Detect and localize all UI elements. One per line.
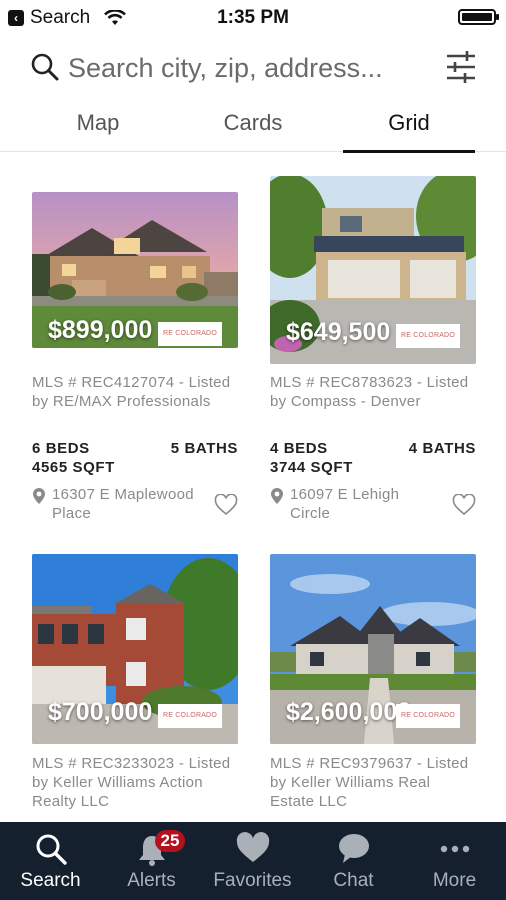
- search-bar: [0, 42, 506, 94]
- tab-grid-label: Grid: [388, 110, 430, 135]
- listing-card[interactable]: $2,600,000 RE COLORADO MLS # REC9379637 …: [270, 554, 476, 822]
- nav-alerts[interactable]: 25 Alerts: [101, 822, 202, 900]
- mls-provider-logo: RE COLORADO: [396, 324, 460, 348]
- listing-card[interactable]: $899,000 RE COLORADO MLS # REC4127074 - …: [32, 192, 238, 532]
- nav-chat-label: Chat: [333, 870, 374, 891]
- listing-card[interactable]: $700,000 RE COLORADO MLS # REC3233023 - …: [32, 554, 238, 822]
- heart-icon: [236, 832, 269, 862]
- location-pin-icon: [33, 488, 45, 504]
- filter-sliders-icon[interactable]: [446, 50, 476, 84]
- view-tabs: Map Cards Grid: [0, 100, 506, 153]
- search-icon: [36, 834, 67, 865]
- listing-mls-info: MLS # REC3233023 - Listed by Keller Will…: [32, 755, 231, 810]
- listings-grid: $899,000 RE COLORADO MLS # REC4127074 - …: [0, 152, 506, 822]
- listing-price: $649,500: [286, 318, 391, 346]
- nav-favorites-label: Favorites: [213, 870, 292, 891]
- listing-beds: 4 BEDS: [270, 440, 328, 457]
- listing-price: $899,000: [48, 316, 153, 344]
- listing-sqft: 4565 SQFT: [32, 459, 115, 476]
- nav-alerts-label: Alerts: [127, 870, 176, 891]
- more-dots-icon: [440, 845, 469, 853]
- battery-icon: [458, 9, 499, 25]
- listing-mls-info: MLS # REC9379637 - Listed by Keller Will…: [270, 755, 469, 810]
- clock: 1:35 PM: [217, 7, 289, 28]
- nav-search-label: Search: [20, 870, 81, 891]
- listing-baths: 4 BATHS: [408, 440, 476, 457]
- listing-photo[interactable]: $649,500 RE COLORADO: [270, 176, 476, 364]
- tab-map-label: Map: [76, 110, 120, 135]
- status-bar: ‹ Search 1:35 PM: [0, 0, 506, 34]
- listing-baths: 5 BATHS: [170, 440, 238, 457]
- bottom-tab-bar: Search 25 Alerts Favorites Chat More: [0, 822, 506, 900]
- listing-photo[interactable]: $899,000 RE COLORADO: [32, 192, 238, 348]
- tab-grid[interactable]: Grid: [343, 110, 475, 153]
- listing-address: 16097 E Lehigh Circle: [290, 486, 400, 522]
- mls-provider-logo: RE COLORADO: [396, 704, 460, 728]
- tab-cards[interactable]: Cards: [193, 110, 313, 152]
- alerts-count-badge: 25: [155, 830, 185, 852]
- chat-bubble-icon: [338, 834, 369, 863]
- nav-favorites[interactable]: Favorites: [202, 822, 303, 900]
- listing-beds: 6 BEDS: [32, 440, 90, 457]
- tab-map[interactable]: Map: [38, 110, 158, 152]
- listing-card[interactable]: $649,500 RE COLORADO MLS # REC8783623 - …: [270, 176, 476, 532]
- favorite-heart-icon[interactable]: [214, 494, 238, 516]
- search-icon: [31, 53, 59, 81]
- listing-mls-info: MLS # REC8783623 - Listed by Compass - D…: [270, 374, 469, 410]
- favorite-heart-icon[interactable]: [452, 494, 476, 516]
- mls-provider-logo: RE COLORADO: [158, 322, 222, 346]
- listing-photo[interactable]: $2,600,000 RE COLORADO: [270, 554, 476, 744]
- listing-mls-info: MLS # REC4127074 - Listed by RE/MAX Prof…: [32, 374, 231, 410]
- nav-search[interactable]: Search: [0, 822, 101, 900]
- nav-chat[interactable]: Chat: [303, 822, 404, 900]
- nav-more[interactable]: More: [404, 822, 505, 900]
- listing-price: $2,600,000: [286, 698, 412, 726]
- nav-more-label: More: [432, 870, 477, 891]
- listing-sqft: 3744 SQFT: [270, 459, 353, 476]
- tab-cards-label: Cards: [223, 110, 283, 135]
- mls-provider-logo: RE COLORADO: [158, 704, 222, 728]
- listing-price: $700,000: [48, 698, 153, 726]
- listing-address: 16307 E Maplewood Place: [52, 486, 194, 522]
- location-pin-icon: [271, 488, 283, 504]
- listing-photo[interactable]: $700,000 RE COLORADO: [32, 554, 238, 744]
- search-input[interactable]: [68, 48, 428, 88]
